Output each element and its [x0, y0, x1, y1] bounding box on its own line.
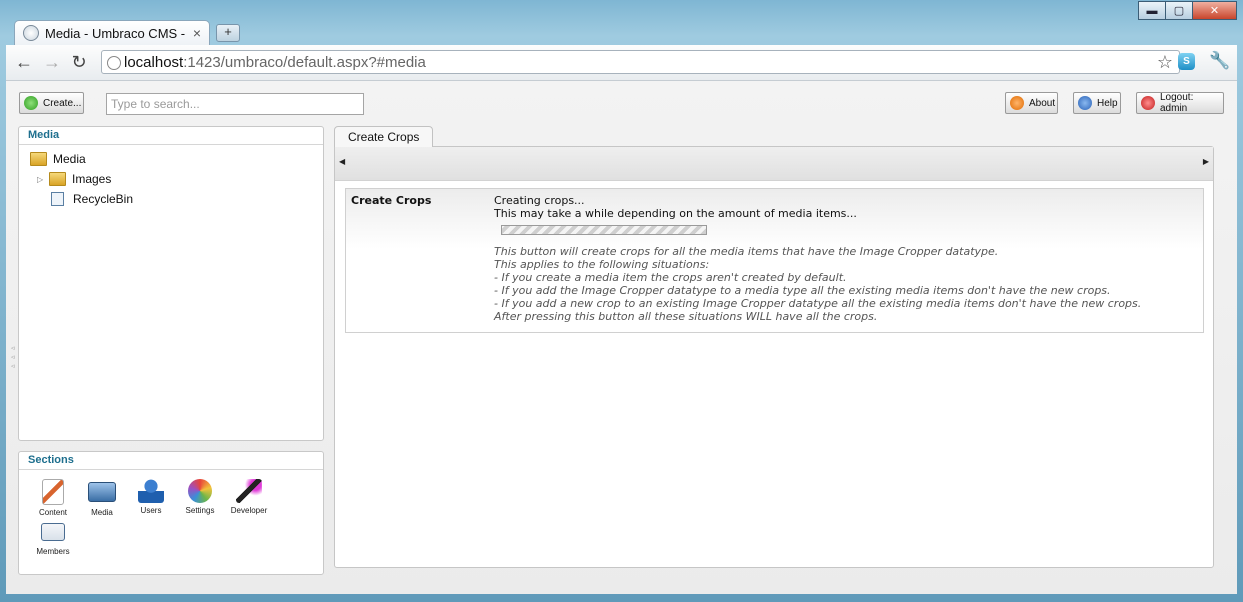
- bookmark-star-icon[interactable]: ☆: [1157, 52, 1173, 73]
- close-window-button[interactable]: ✕: [1192, 1, 1237, 20]
- tree-item-label: Media: [53, 152, 86, 166]
- section-media[interactable]: Media: [79, 479, 125, 517]
- browser-tab[interactable]: Media - Umbraco CMS - lo ×: [14, 20, 210, 45]
- tab-create-crops[interactable]: Create Crops: [334, 126, 434, 147]
- browser-window: ▬ ▢ ✕ Media - Umbraco CMS - lo × + ← → ↻…: [0, 0, 1243, 602]
- logout-button-label: Logout: admin: [1160, 92, 1194, 114]
- window-controls: ▬ ▢ ✕: [1138, 1, 1237, 20]
- url-path: :1423/umbraco/default.aspx?#media: [183, 53, 426, 71]
- logout-icon: [1141, 96, 1155, 110]
- description-line: This applies to the following situations…: [494, 258, 710, 271]
- section-label: Media: [91, 508, 113, 517]
- wrench-icon[interactable]: 🔧: [1209, 51, 1230, 71]
- tree-item-media[interactable]: Media: [30, 152, 86, 166]
- create-icon: [24, 96, 38, 110]
- browser-toolbar: ← → ↻ localhost:1423/umbraco/default.asp…: [6, 45, 1237, 81]
- section-settings[interactable]: Settings: [177, 479, 223, 515]
- url-host: localhost: [124, 53, 184, 71]
- scroll-left-icon[interactable]: ◀: [339, 157, 345, 166]
- media-icon: [88, 482, 116, 502]
- section-label: Members: [36, 547, 70, 556]
- tree-item-recyclebin[interactable]: RecycleBin: [49, 192, 133, 206]
- description-line: - If you add a new crop to an existing I…: [494, 297, 1142, 310]
- section-label: Users: [140, 506, 162, 515]
- minimize-button[interactable]: ▬: [1138, 1, 1166, 20]
- content-panel: ◀ ▶ Create Crops Creating crops... This …: [334, 146, 1214, 568]
- section-content[interactable]: Content: [30, 479, 76, 517]
- section-label: Developer: [230, 506, 268, 515]
- status-line: Creating crops...: [494, 194, 585, 207]
- sections-title: Sections: [19, 452, 323, 470]
- back-arrow-icon[interactable]: ←: [14, 52, 34, 72]
- users-icon: [138, 479, 164, 503]
- description-line: - If you create a media item the crops a…: [494, 271, 847, 284]
- developer-icon: [236, 479, 262, 503]
- create-crops-property: Create Crops Creating crops... This may …: [345, 188, 1204, 333]
- sections-panel: Sections Content Media Users Settings De…: [18, 451, 324, 575]
- new-tab-button[interactable]: +: [216, 24, 240, 42]
- description-line: After pressing this button all these sit…: [494, 310, 878, 323]
- create-button-label: Create...: [43, 97, 82, 109]
- tab-close-icon[interactable]: ×: [193, 25, 201, 41]
- umbraco-logo-icon: [1010, 96, 1024, 110]
- help-button-label: Help: [1097, 97, 1118, 109]
- folder-icon: [30, 152, 47, 166]
- section-label: Settings: [185, 506, 215, 515]
- help-icon: [1078, 96, 1092, 110]
- umbraco-page: Create... About Help Logout: admin Media…: [6, 81, 1237, 594]
- browser-tab-title: Media - Umbraco CMS - lo: [45, 25, 189, 41]
- page-icon: [107, 56, 121, 70]
- settings-icon: [188, 479, 212, 503]
- section-members[interactable]: Members: [30, 523, 76, 556]
- extension-icon[interactable]: S: [1178, 53, 1195, 70]
- maximize-button[interactable]: ▢: [1165, 1, 1193, 20]
- help-button[interactable]: Help: [1073, 92, 1121, 114]
- section-developer[interactable]: Developer: [226, 479, 272, 515]
- description-line: This button will create crops for all th…: [494, 245, 999, 258]
- status-line: This may take a while depending on the a…: [494, 207, 857, 220]
- media-tree-panel: Media Media ▷ Images RecycleBin: [18, 126, 324, 441]
- logout-button[interactable]: Logout: admin: [1136, 92, 1224, 114]
- tree-item-label: RecycleBin: [73, 192, 134, 206]
- members-icon: [41, 523, 65, 541]
- scroll-right-icon[interactable]: ▶: [1203, 157, 1209, 166]
- create-button[interactable]: Create...: [19, 92, 84, 114]
- splitter-handle[interactable]: ◃ ◃ ◃: [11, 344, 15, 371]
- reload-icon[interactable]: ↻: [69, 52, 89, 72]
- expand-arrow-icon[interactable]: ▷: [37, 175, 49, 184]
- section-label: Content: [38, 508, 68, 517]
- tree-item-images[interactable]: ▷ Images: [37, 172, 111, 186]
- property-label: Create Crops: [351, 194, 432, 207]
- description-line: - If you add the Image Cropper datatype …: [494, 284, 1111, 297]
- content-toolbar: ◀ ▶: [335, 147, 1213, 181]
- about-button-label: About: [1029, 97, 1056, 109]
- browser-tabstrip: Media - Umbraco CMS - lo × +: [14, 20, 240, 45]
- property-description: This button will create crops for all th…: [494, 245, 1141, 323]
- address-bar[interactable]: localhost:1423/umbraco/default.aspx?#med…: [101, 50, 1180, 74]
- recycle-bin-icon: [51, 192, 64, 206]
- tree-item-label: Images: [72, 172, 112, 186]
- folder-icon: [49, 172, 66, 186]
- search-input[interactable]: [106, 93, 364, 115]
- crop-status: Creating crops... This may take a while …: [494, 194, 857, 220]
- section-users[interactable]: Users: [128, 479, 174, 515]
- progress-bar: [501, 225, 707, 235]
- tree-title: Media: [19, 127, 323, 145]
- forward-arrow-icon[interactable]: →: [42, 52, 62, 72]
- content-icon: [42, 479, 64, 505]
- globe-icon: [23, 25, 39, 41]
- about-button[interactable]: About: [1005, 92, 1058, 114]
